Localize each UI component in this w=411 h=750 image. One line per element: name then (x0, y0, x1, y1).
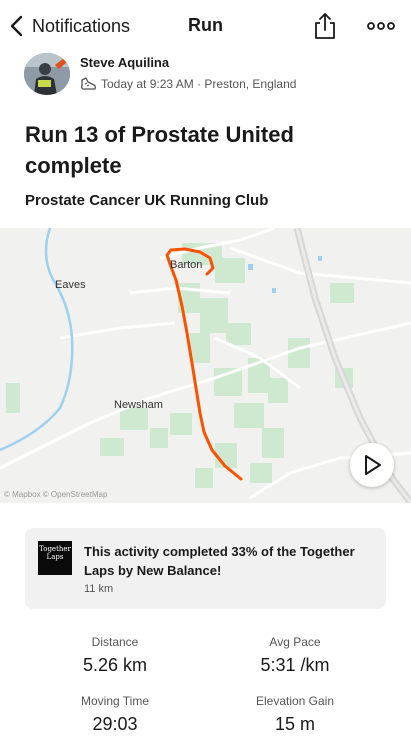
flyover-play-button[interactable] (350, 443, 394, 487)
stat-label: Distance (91, 635, 139, 649)
stat-label: Avg Pace (269, 635, 321, 649)
share-icon[interactable] (312, 11, 338, 41)
avatar-photo (24, 53, 70, 95)
play-icon (365, 455, 381, 475)
map-label-newsham: Newsham (114, 399, 163, 411)
stat-value: 5:31 /km (260, 655, 330, 675)
challenge-text: This activity completed 33% of the Toget… (84, 544, 355, 578)
map-label-eaves: Eaves (55, 279, 86, 291)
stat-distance: Distance 5.26 km (25, 635, 205, 676)
avatar[interactable] (24, 53, 70, 95)
stat-elevation-gain: Elevation Gain 15 m (205, 694, 385, 735)
map-attribution[interactable]: © Mapbox © OpenStreetMap (4, 490, 107, 499)
activity-meta: Today at 9:23 AM · Preston, England (101, 77, 297, 91)
more-icon[interactable] (366, 14, 396, 38)
activity-title: Run 13 of Prostate United complete (25, 122, 294, 178)
route-map[interactable]: Barton Eaves Newsham © Mapbox © OpenStre… (0, 228, 411, 503)
stat-value: 5.26 km (82, 655, 148, 675)
challenge-progress: 11 km (84, 583, 114, 595)
athlete-name[interactable]: Steve Aquilina (80, 55, 169, 70)
stat-value: 29:03 (92, 714, 138, 734)
stat-label: Elevation Gain (255, 694, 335, 708)
map-label-barton: Barton (170, 259, 203, 271)
stat-value: 15 m (274, 714, 316, 734)
screen-title: Run (188, 15, 223, 35)
stat-avg-pace: Avg Pace 5:31 /km (205, 635, 385, 676)
club-name[interactable]: Prostate Cancer UK Running Club (25, 192, 268, 209)
stat-moving-time: Moving Time 29:03 (25, 694, 205, 735)
top-bar: Notifications Run (0, 0, 411, 50)
shoe-icon (81, 77, 96, 90)
stat-label: Moving Time (80, 694, 150, 708)
challenge-card[interactable]: Together Laps This activity completed 33… (25, 528, 386, 609)
challenge-badge: Together Laps (38, 541, 72, 575)
